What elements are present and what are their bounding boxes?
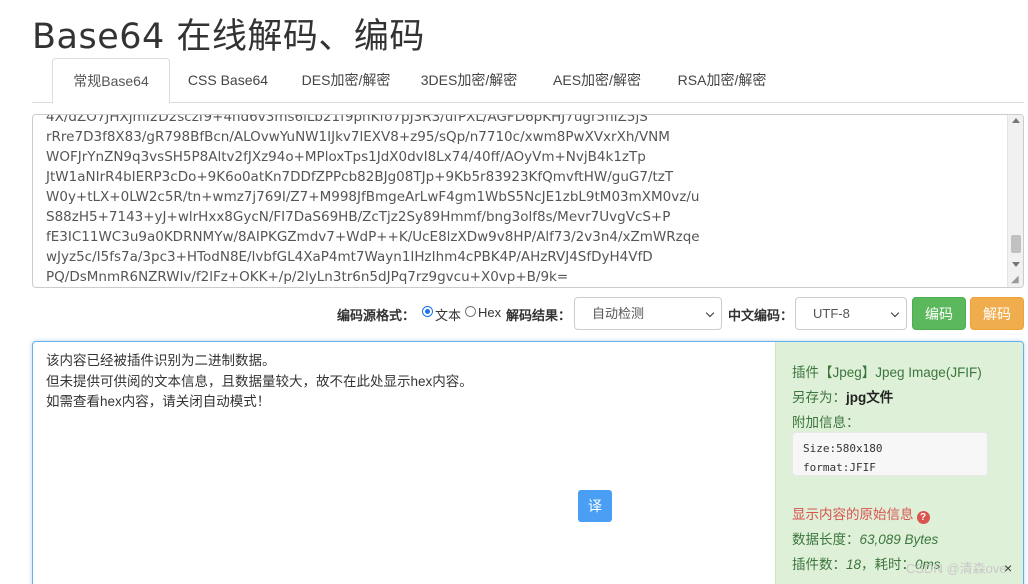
save-as-row: 另存为：jpg文件: [792, 386, 893, 406]
plugin-count-label: 插件数：: [792, 557, 846, 572]
scroll-thumb[interactable]: [1011, 235, 1021, 253]
tab-rsa[interactable]: RSA加密/解密: [668, 58, 776, 103]
source-format-label: 编码源格式：: [337, 308, 416, 323]
plugin-info-text: 插件【Jpeg】Jpeg Image(JFIF): [792, 365, 982, 380]
data-length-row: 数据长度：63,089 Bytes: [792, 528, 938, 548]
radio-text-label[interactable]: 文本: [435, 305, 461, 324]
result-format-value: 自动检测: [592, 306, 645, 321]
page-title: Base64 在线解码、编码: [32, 17, 425, 57]
resize-grip-icon[interactable]: ◢: [1011, 275, 1021, 285]
base64-input-content: 4X/dZO7JHXjmI2D2sczf9+4hd6v3ms6iLb21f9pn…: [46, 114, 700, 285]
save-as-link[interactable]: jpg文件: [846, 390, 893, 405]
plugin-info-panel: 插件【Jpeg】Jpeg Image(JFIF) 另存为：jpg文件 附加信息：…: [775, 342, 1023, 584]
help-icon[interactable]: ?: [916, 511, 930, 524]
plugin-count-value: 18: [846, 557, 862, 572]
tab-bar: 常规Base64 CSS Base64 DES加密/解密 3DES加密/解密 A…: [32, 58, 1024, 104]
tab-css-base64[interactable]: CSS Base64: [178, 58, 278, 103]
chevron-down-icon: [705, 308, 715, 318]
output-line: 如需查看hex内容，请关闭自动模式！: [46, 394, 271, 409]
extra-info-label: 附加信息：: [792, 415, 860, 430]
tab-des[interactable]: DES加密/解密: [294, 58, 398, 103]
radio-text[interactable]: [422, 306, 433, 317]
decode-button[interactable]: 解码: [970, 297, 1024, 330]
output-line: 该内容已经被插件识别为二进制数据。: [46, 353, 276, 368]
data-length-value: 63,089 Bytes: [859, 532, 939, 547]
options-bar: 编码源格式： 文本 Hex 解码结果： 自动检测 中文编码： UTF-8 编码 …: [0, 296, 1028, 332]
csdn-watermark: CSDN @清森ove: [906, 561, 1007, 576]
result-format-select[interactable]: 自动检测: [574, 297, 722, 330]
extra-info-line: format:JFIF: [803, 461, 876, 474]
tab-3des[interactable]: 3DES加密/解密: [414, 58, 524, 103]
encode-button[interactable]: 编码: [912, 297, 966, 330]
save-as-label: 另存为：: [792, 390, 846, 405]
charset-select[interactable]: UTF-8: [795, 297, 907, 330]
charset-value: UTF-8: [813, 306, 850, 321]
scroll-down-arrow-icon[interactable]: [1012, 262, 1020, 267]
extra-info-line: Size:580x180: [803, 442, 883, 455]
chevron-down-icon: [890, 308, 900, 318]
translate-button[interactable]: 译: [578, 490, 612, 522]
close-icon[interactable]: ×: [1004, 560, 1012, 576]
extra-info-box: Size:580x180 format:JFIF: [792, 432, 988, 476]
result-format-label: 解码结果：: [506, 308, 572, 323]
output-line: 但未提供可供阅的文本信息，且数据量较大，故不在此处显示hex内容。: [46, 374, 473, 389]
tab-aes[interactable]: AES加密/解密: [544, 58, 650, 103]
radio-hex[interactable]: [465, 306, 476, 317]
radio-hex-label[interactable]: Hex: [478, 305, 501, 320]
base64-input-textarea[interactable]: 4X/dZO7JHXjmI2D2sczf9+4hd6v3ms6iLb21f9pn…: [32, 114, 1024, 288]
scroll-up-arrow-icon[interactable]: [1012, 118, 1020, 123]
charset-label: 中文编码：: [728, 308, 794, 323]
input-scrollbar[interactable]: [1007, 115, 1023, 287]
tab-base64[interactable]: 常规Base64: [52, 58, 170, 104]
data-length-label: 数据长度：: [792, 532, 860, 547]
show-raw-info-link[interactable]: 显示内容的原始信息?: [792, 503, 930, 524]
decode-output-area[interactable]: 该内容已经被插件识别为二进制数据。 但未提供可供阅的文本信息，且数据量较大，故不…: [32, 341, 1024, 584]
